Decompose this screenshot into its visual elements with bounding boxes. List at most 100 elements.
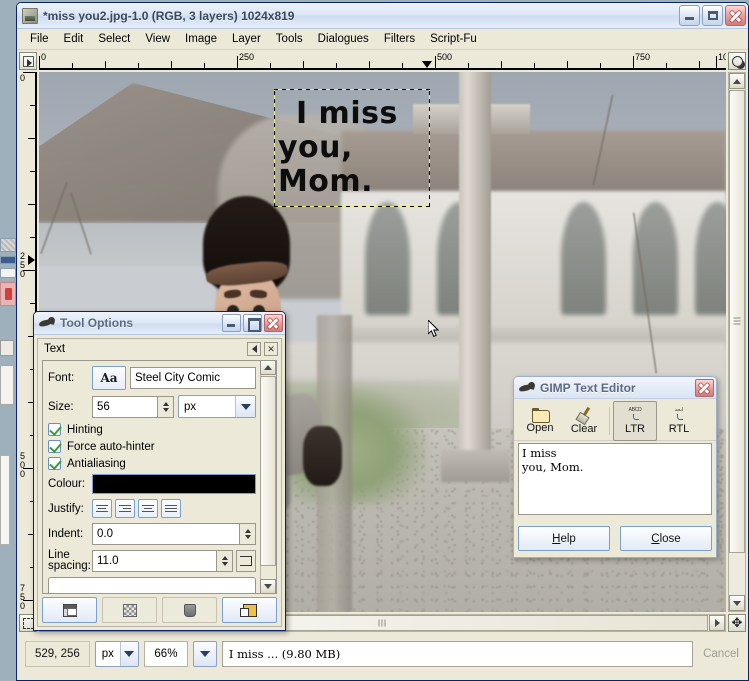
tool-options-titlebar: Tool Options	[34, 312, 285, 335]
menu-dialogues[interactable]: Dialogues	[311, 31, 377, 47]
background-window-sliver-1	[0, 238, 16, 252]
zoom-image-button[interactable]	[728, 52, 746, 70]
horizontal-ruler[interactable]: 0 250 500 750 10	[39, 52, 726, 70]
unit-selector[interactable]: px	[95, 641, 139, 667]
tool-options-minimize-button[interactable]	[222, 314, 241, 332]
navigation-preview-button[interactable]: ✥	[728, 614, 746, 632]
ltr-direction-button[interactable]: ABCD LTR	[613, 401, 657, 441]
line-spacing-stepper[interactable]	[217, 550, 233, 572]
background-window-sliver-3	[0, 268, 16, 278]
window-title: *miss you2.jpg-1.0 (RGB, 3 layers) 1024x…	[43, 9, 677, 23]
antialiasing-checkbox[interactable]	[48, 457, 61, 470]
unit-dropdown-arrow[interactable]	[120, 642, 138, 666]
vertical-scroll-thumb[interactable]	[729, 90, 745, 553]
font-label: Font:	[48, 372, 92, 384]
indent-input[interactable]: 0.0	[92, 523, 240, 545]
justify-center-button[interactable]	[138, 499, 158, 518]
menu-view[interactable]: View	[138, 31, 178, 47]
tool-options-close-button[interactable]	[264, 314, 283, 332]
character-eyebrow	[249, 289, 266, 298]
text-editor-title: GIMP Text Editor	[540, 381, 693, 395]
maximize-button[interactable]	[702, 5, 723, 26]
tab-close-button[interactable]: ✕	[264, 342, 278, 356]
justify-fill-button[interactable]	[161, 499, 181, 518]
close-button[interactable]	[725, 5, 746, 26]
mouse-cursor-icon	[428, 320, 440, 338]
force-auto-hinter-checkbox[interactable]	[48, 440, 61, 453]
scroll-down-button[interactable]	[729, 595, 745, 611]
tab-menu-button[interactable]	[247, 342, 261, 356]
tool-options-maximize-button[interactable]	[243, 314, 262, 332]
minimize-button[interactable]	[679, 5, 700, 26]
text-editor-titlebar: GIMP Text Editor	[514, 377, 716, 399]
close-dialog-button[interactable]: Close	[620, 526, 712, 551]
status-message: I miss ... (9.80 MB)	[222, 641, 693, 667]
tool-options-dialog: Tool Options Text ✕ Font: Aa Steel City …	[33, 311, 286, 631]
tool-options-vertical-scrollbar[interactable]	[260, 361, 276, 593]
indent-stepper[interactable]	[240, 523, 256, 545]
zoom-dropdown-button[interactable]	[193, 641, 217, 667]
delete-tool-options-button[interactable]	[162, 597, 217, 623]
toolbar-separator	[609, 407, 610, 435]
tool-options-scroll-up[interactable]	[260, 360, 276, 375]
colour-swatch-button[interactable]	[92, 474, 256, 494]
window-titlebar: *miss you2.jpg-1.0 (RGB, 3 layers) 1024x…	[17, 3, 748, 29]
menu-select[interactable]: Select	[91, 31, 138, 47]
menu-layer[interactable]: Layer	[225, 31, 269, 47]
hinting-row[interactable]: Hinting	[48, 423, 256, 436]
status-bar: 529, 256 px 66% I miss ... (9.80 MB) Can…	[17, 636, 748, 680]
size-row: Size: 56 px	[48, 395, 256, 418]
rtl-label: RTL	[669, 423, 690, 435]
tool-options-scroll-down[interactable]	[260, 579, 276, 594]
menu-script-fu[interactable]: Script-Fu	[423, 31, 485, 47]
scene-arch-window	[365, 202, 410, 315]
help-label-rest: elp	[560, 533, 575, 545]
justify-right-button[interactable]	[115, 499, 135, 518]
font-name-input[interactable]: Steel City Comic	[130, 367, 256, 389]
menu-image[interactable]: Image	[178, 31, 225, 47]
canvas-vertical-scrollbar[interactable]	[728, 72, 746, 612]
hruler-label-0: 0	[39, 52, 46, 62]
restore-tool-options-button[interactable]	[102, 597, 157, 623]
hruler-label-250: 250	[237, 52, 254, 62]
open-text-button[interactable]: Open	[518, 401, 562, 441]
scene-arch-window	[561, 202, 606, 315]
text-layer-line-1: I miss	[278, 97, 430, 131]
font-picker-button[interactable]: Aa	[92, 366, 126, 390]
size-stepper[interactable]	[158, 396, 174, 418]
open-label: Open	[527, 422, 554, 434]
scroll-right-button[interactable]	[709, 615, 725, 631]
menu-edit[interactable]: Edit	[57, 31, 92, 47]
force-auto-hinter-row[interactable]: Force auto-hinter	[48, 440, 256, 453]
save-tool-options-button[interactable]	[42, 597, 97, 623]
text-layer-selection[interactable]: I miss you, Mom.	[274, 89, 430, 207]
menu-file[interactable]: File	[23, 31, 57, 47]
hinting-checkbox[interactable]	[48, 423, 61, 436]
size-unit-combo[interactable]: px	[178, 395, 256, 418]
menu-filters[interactable]: Filters	[377, 31, 423, 47]
horizontal-position-marker	[422, 61, 432, 68]
text-editor-close-button[interactable]	[695, 379, 714, 397]
size-unit-dropdown-arrow[interactable]	[235, 396, 255, 417]
cancel-button[interactable]: Cancel	[698, 641, 744, 667]
scroll-up-button[interactable]	[729, 73, 745, 89]
help-button[interactable]: Help	[518, 526, 610, 551]
tool-options-scroll-thumb[interactable]	[260, 376, 276, 566]
clear-text-button[interactable]: Clear	[562, 401, 606, 441]
ruler-origin-menu-button[interactable]	[19, 52, 37, 70]
line-spacing-extra-button[interactable]	[236, 550, 256, 572]
rtl-icon: ابجد	[671, 407, 688, 422]
justify-left-button[interactable]	[92, 499, 112, 518]
antialiasing-label: Antialiasing	[67, 458, 126, 470]
line-spacing-input[interactable]: 11.0	[92, 550, 217, 572]
hruler-label-750: 750	[633, 52, 650, 62]
text-editor-textarea[interactable]: I miss you, Mom.	[518, 443, 712, 515]
reset-tool-options-button[interactable]	[222, 597, 277, 623]
text-editor-toolbar: Open Clear ABCD LTR ابجد RTL	[514, 399, 716, 441]
rtl-direction-button[interactable]: ابجد RTL	[657, 401, 701, 441]
size-input[interactable]: 56	[92, 396, 158, 418]
zoom-level-display[interactable]: 66%	[144, 641, 188, 667]
next-option-partial[interactable]	[48, 577, 256, 593]
menu-tools[interactable]: Tools	[269, 31, 311, 47]
antialiasing-row[interactable]: Antialiasing	[48, 457, 256, 470]
